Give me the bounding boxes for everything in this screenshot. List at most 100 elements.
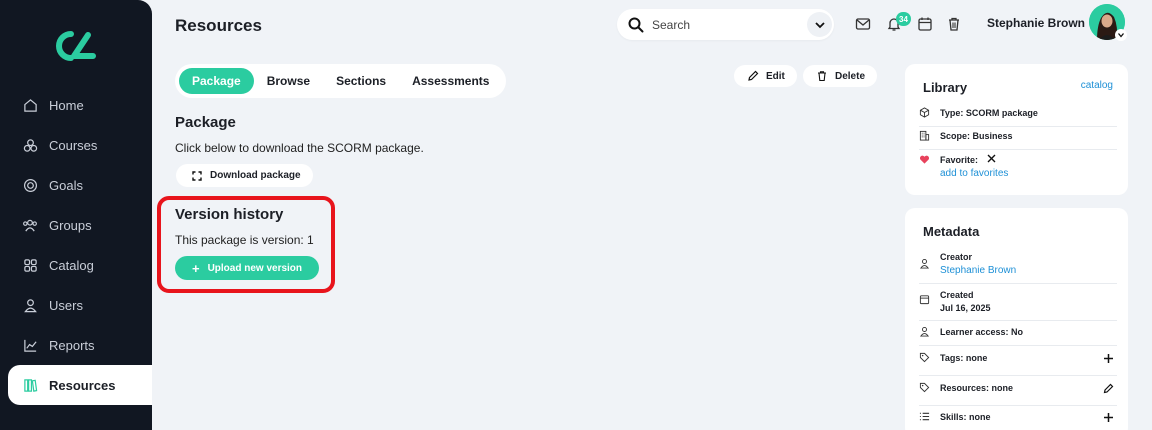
search-input[interactable] (652, 17, 792, 32)
sidebar-item-label: Courses (49, 137, 98, 153)
account-menu-toggle[interactable] (1115, 29, 1127, 41)
sidebar-item-label: Users (49, 297, 83, 313)
learner-access-row: Learner access: No (919, 326, 1117, 346)
favorite-label: Favorite: (940, 155, 979, 165)
add-tag-icon[interactable] (1103, 353, 1114, 364)
resources-icon (22, 377, 38, 393)
sidebar-item-label: Home (49, 97, 84, 113)
app-logo[interactable] (55, 30, 97, 62)
tags-row: Tags: none (919, 352, 1117, 376)
tab-assessments[interactable]: Assessments (399, 68, 502, 94)
sidebar-item-groups[interactable]: Groups (0, 205, 152, 245)
library-favorite-row: Favorite: add to favorites (919, 154, 1117, 184)
goals-icon (22, 177, 38, 193)
package-heading: Package (175, 114, 236, 131)
plus-icon: + (191, 260, 200, 276)
library-scope: Scope: Business (940, 131, 1013, 141)
created-row: Created Jul 16, 2025 (919, 289, 1117, 321)
cube-icon (919, 107, 930, 118)
tab-browse[interactable]: Browse (254, 68, 323, 94)
pencil-icon (747, 70, 759, 82)
delete-button[interactable]: Delete (803, 65, 878, 87)
library-scope-row: Scope: Business (919, 130, 1117, 150)
home-icon (22, 97, 38, 113)
sidebar-item-label: Goals (49, 177, 83, 193)
add-to-favorites-link[interactable]: add to favorites (940, 167, 1008, 180)
trash-icon[interactable] (946, 16, 962, 32)
creator-row: Creator Stephanie Brown (919, 251, 1117, 284)
heart-icon (919, 155, 930, 164)
calendar-icon (919, 295, 930, 305)
created-date: Jul 16, 2025 (940, 303, 991, 313)
calendar-icon[interactable] (917, 16, 933, 32)
edit-resources-pencil-icon[interactable] (1103, 383, 1114, 394)
version-text: This package is version: 1 (175, 233, 314, 247)
building-icon (919, 130, 930, 141)
trash-icon (816, 70, 828, 82)
library-type: Type: SCORM package (940, 108, 1038, 118)
library-card: Library catalog Type: SCORM package Scop… (905, 64, 1128, 195)
tags-value: Tags: none (940, 353, 988, 363)
sidebar-item-users[interactable]: Users (0, 285, 152, 325)
sidebar-item-reports[interactable]: Reports (0, 325, 152, 365)
search-icon (628, 17, 644, 32)
tag-icon (919, 382, 930, 393)
upload-new-version-button[interactable]: + Upload new version (175, 256, 319, 280)
sidebar-item-label: Groups (49, 217, 92, 233)
user-icon (919, 259, 930, 269)
upload-label: Upload new version (207, 262, 303, 274)
sidebar-item-courses[interactable]: Courses (0, 125, 152, 165)
creator-label: Creator (940, 252, 973, 262)
users-icon (22, 297, 38, 313)
download-package-label: Download package (210, 170, 301, 181)
learner-access: Learner access: No (940, 327, 1024, 337)
catalog-icon (22, 257, 38, 273)
sidebar-item-goals[interactable]: Goals (0, 165, 152, 205)
add-skill-icon[interactable] (1103, 412, 1114, 423)
resources-row: Resources: none (919, 382, 1117, 406)
list-icon (919, 412, 930, 421)
sidebar-item-label: Reports (49, 337, 95, 353)
skills-value: Skills: none (940, 412, 991, 422)
package-description: Click below to download the SCORM packag… (175, 141, 424, 155)
metadata-card: Metadata Creator Stephanie Brown Created… (905, 208, 1128, 430)
download-icon (192, 170, 202, 181)
edit-label: Edit (766, 70, 785, 82)
sidebar: Home Courses Goals Groups Catalog Users … (0, 0, 152, 430)
creator-link[interactable]: Stephanie Brown (940, 264, 1016, 277)
resource-tabs: Package Browse Sections Assessments (175, 64, 507, 98)
tag-icon (919, 352, 930, 363)
reports-icon (22, 337, 38, 353)
user-icon (919, 327, 930, 337)
user-name[interactable]: Stephanie Brown (987, 16, 1085, 30)
download-package-button[interactable]: Download package (176, 164, 313, 187)
search-scope-dropdown[interactable] (807, 12, 832, 37)
sidebar-item-resources[interactable]: Resources (8, 365, 152, 405)
sidebar-item-home[interactable]: Home (0, 85, 152, 125)
metadata-title: Metadata (923, 224, 980, 239)
library-type-row: Type: SCORM package (919, 107, 1117, 127)
delete-label: Delete (835, 70, 866, 82)
sidebar-nav: Home Courses Goals Groups Catalog Users … (0, 85, 152, 405)
library-title: Library (923, 80, 968, 95)
notification-badge: 34 (896, 12, 911, 26)
catalog-link[interactable]: catalog (1081, 80, 1113, 91)
edit-button[interactable]: Edit (734, 65, 797, 87)
page-title: Resources (175, 16, 262, 35)
tab-sections[interactable]: Sections (323, 68, 399, 94)
version-history-heading: Version history (175, 206, 284, 223)
courses-icon (22, 137, 38, 153)
chevron-down-icon (1118, 33, 1124, 38)
sidebar-item-label: Catalog (49, 257, 94, 273)
sidebar-item-catalog[interactable]: Catalog (0, 245, 152, 285)
created-label: Created (940, 290, 974, 300)
mail-icon[interactable] (855, 16, 871, 32)
resources-value: Resources: none (940, 383, 1014, 393)
skills-row: Skills: none (919, 411, 1117, 430)
close-icon (987, 154, 996, 163)
search-bar[interactable] (617, 9, 834, 40)
sidebar-item-label: Resources (49, 377, 116, 393)
chevron-down-icon (814, 21, 825, 28)
tab-package[interactable]: Package (179, 68, 254, 94)
groups-icon (22, 217, 38, 233)
